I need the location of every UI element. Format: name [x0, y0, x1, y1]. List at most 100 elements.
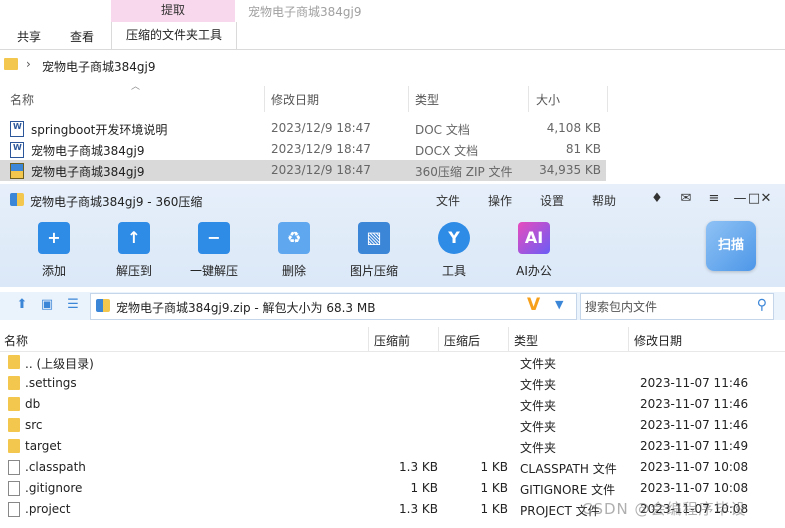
add-button[interactable]: + 添加 [19, 222, 89, 280]
message-icon[interactable]: ✉ [677, 190, 695, 208]
file-row[interactable]: W springboot开发环境说明 2023/12/9 18:47 DOC 文… [0, 118, 606, 139]
entry-date: 2023-11-07 11:46 [640, 397, 749, 411]
entry-name: src [25, 418, 43, 432]
folder-icon [8, 376, 20, 390]
one-click-extract-button[interactable]: − 一键解压 [179, 222, 249, 280]
recycle-delete-icon: ♻ [278, 222, 310, 254]
menu-file[interactable]: 文件 [436, 192, 460, 209]
column-type[interactable]: 类型 [415, 91, 439, 108]
file-row-selected[interactable]: 宠物电子商城384gj9 2023/12/9 18:47 360压缩 ZIP 文… [0, 160, 606, 181]
folder-icon [4, 58, 18, 70]
entry-type: GITIGNORE 文件 [520, 483, 616, 497]
folder-row[interactable]: target 文件夹 2023-11-07 11:49 [0, 436, 785, 457]
word-doc-icon: W [10, 121, 24, 137]
column-after[interactable]: 压缩后 [444, 332, 480, 349]
column-name[interactable]: 名称 [4, 332, 28, 349]
word-docx-icon: W [10, 142, 24, 158]
column-divider[interactable] [264, 86, 265, 112]
tab-compressed-folder-tools[interactable]: 压缩的文件夹工具 [111, 22, 237, 49]
entry-name: db [25, 397, 41, 411]
image-compress-button[interactable]: ▧ 图片压缩 [339, 222, 409, 280]
address-bar[interactable]: › 宠物电子商城384gj9 [0, 55, 785, 77]
close-icon[interactable]: ✕ [757, 190, 775, 208]
column-divider[interactable] [508, 327, 509, 351]
folder-row[interactable]: .settings 文件夹 2023-11-07 11:46 [0, 373, 785, 394]
entry-date: 2023-11-07 11:46 [640, 418, 749, 432]
chevron-right-icon[interactable]: › [26, 57, 31, 71]
extract-contextual-tab[interactable]: 提取 [111, 0, 235, 22]
column-date[interactable]: 修改日期 [271, 91, 319, 108]
column-divider[interactable] [628, 327, 629, 351]
zip-list-header: 名称 压缩前 压缩后 类型 修改日期 [0, 327, 785, 352]
menu-operation[interactable]: 操作 [488, 192, 512, 209]
tools-button[interactable]: Y 工具 [419, 222, 489, 280]
delete-button[interactable]: ♻ 删除 [259, 222, 329, 280]
column-size[interactable]: 大小 [536, 91, 560, 108]
file-type: DOCX 文档 [415, 144, 479, 158]
column-divider[interactable] [438, 327, 439, 351]
view-list-icon[interactable]: ☰ [65, 297, 81, 313]
folder-row[interactable]: .. (上级目录) 文件夹 [0, 352, 785, 373]
column-name[interactable]: 名称 [10, 91, 34, 108]
file-row[interactable]: .classpath 1.3 KB 1 KB CLASSPATH 文件 2023-11-… [0, 457, 785, 478]
search-input[interactable] [583, 296, 747, 317]
breadcrumb[interactable]: 宠物电子商城384gj9 [42, 58, 156, 75]
ai-office-button[interactable]: AI AI办公 [499, 222, 569, 280]
image-compress-label: 图片压缩 [349, 264, 398, 278]
tab-view[interactable]: 查看 [70, 28, 94, 45]
add-label: 添加 [41, 264, 66, 278]
entry-size-before: 1.3 KB [399, 502, 438, 516]
extract-to-button[interactable]: ↑ 解压到 [99, 222, 169, 280]
chevron-down-icon[interactable]: ▼ [555, 298, 563, 311]
menu-settings[interactable]: 设置 [540, 192, 564, 209]
entry-size-before: 1.3 KB [399, 460, 438, 474]
view-thumbnail-icon[interactable]: ▣ [39, 297, 55, 313]
path-text: 宠物电子商城384gj9.zip - 解包大小为 68.3 MB [116, 301, 376, 315]
entry-date: 2023-11-07 11:49 [640, 439, 749, 453]
folder-icon [8, 439, 20, 453]
entry-type: 文件夹 [520, 357, 557, 371]
folder-row[interactable]: db 文件夹 2023-11-07 11:46 [0, 394, 785, 415]
column-divider[interactable] [528, 86, 529, 112]
path-field[interactable]: 宠物电子商城384gj9.zip - 解包大小为 68.3 MB V ▼ [90, 293, 577, 320]
file-icon [8, 481, 20, 496]
file-type: 360压缩 ZIP 文件 [415, 165, 513, 179]
v-badge-icon[interactable]: V [527, 295, 540, 315]
column-divider[interactable] [607, 86, 608, 112]
file-icon [8, 460, 20, 475]
folder-icon [8, 418, 20, 432]
column-before[interactable]: 压缩前 [374, 332, 410, 349]
folder-row[interactable]: src 文件夹 2023-11-07 11:46 [0, 415, 785, 436]
scan-button[interactable]: 扫描 [706, 221, 756, 271]
entry-name: .. (上级目录) [25, 357, 94, 371]
file-date: 2023/12/9 18:47 [271, 163, 371, 177]
file-row[interactable]: W 宠物电子商城384gj9 2023/12/9 18:47 DOCX 文档 8… [0, 139, 606, 160]
entry-size-before: 1 KB [410, 481, 438, 495]
file-date: 2023/12/9 18:47 [271, 142, 371, 156]
menu-icon[interactable]: ≡ [705, 190, 723, 208]
extract-to-icon: ↑ [118, 222, 150, 254]
tab-share[interactable]: 共享 [17, 28, 41, 45]
file-size: 4,108 KB [546, 121, 601, 135]
zip-file-icon [96, 299, 110, 312]
file-row[interactable]: .gitignore 1 KB 1 KB GITIGNORE 文件 2023-11-07… [0, 478, 785, 499]
file-size: 34,935 KB [539, 163, 601, 177]
column-type[interactable]: 类型 [514, 332, 538, 349]
entry-size-after: 1 KB [480, 481, 508, 495]
file-size: 81 KB [565, 142, 601, 156]
zip-window-title: 宠物电子商城384gj9 - 360压缩 [30, 195, 203, 209]
folder-icon [8, 355, 20, 369]
column-divider[interactable] [368, 327, 369, 351]
window-title: 宠物电子商城384gj9 [248, 5, 362, 19]
entry-type: 文件夹 [520, 420, 557, 434]
up-arrow-icon[interactable]: ⬆ [14, 297, 30, 313]
skin-icon[interactable]: ♦ [648, 190, 666, 208]
file-name: 宠物电子商城384gj9 [31, 165, 145, 179]
add-icon: + [38, 222, 70, 254]
search-box[interactable]: ⚲ [580, 293, 774, 320]
column-date[interactable]: 修改日期 [634, 332, 682, 349]
search-icon[interactable]: ⚲ [757, 297, 767, 313]
entry-name: .classpath [25, 460, 86, 474]
menu-help[interactable]: 帮助 [592, 192, 616, 209]
column-divider[interactable] [408, 86, 409, 112]
